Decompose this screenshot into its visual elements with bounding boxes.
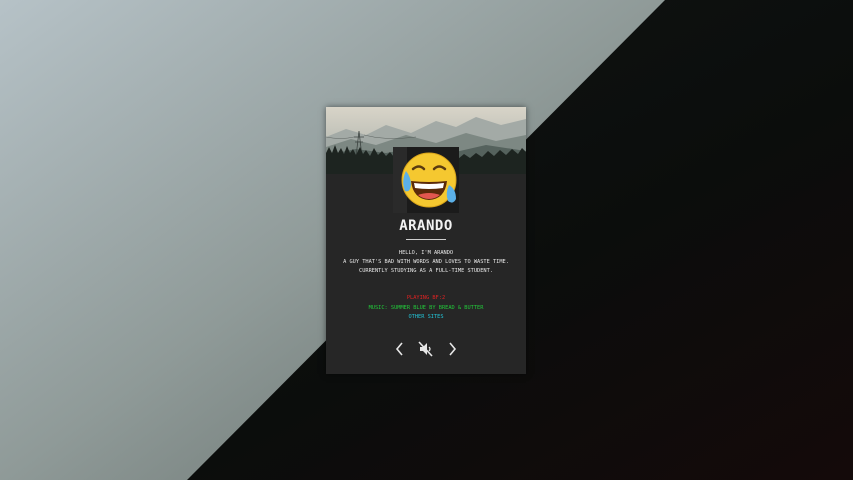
chevron-right-icon[interactable] (444, 340, 460, 358)
chevron-left-icon[interactable] (392, 340, 408, 358)
speaker-muted-icon[interactable] (418, 340, 434, 358)
name-divider (406, 239, 446, 240)
other-sites-link[interactable]: OTHER SITES (326, 313, 526, 323)
music-link[interactable]: MUSIC: SUMMER BLUE BY BREAD & BUTTER (326, 304, 526, 314)
laughing-emoji-icon (393, 147, 459, 213)
playing-link[interactable]: PLAYING BF:2 (326, 294, 526, 304)
bio: HELLO, I'M ARANDO A GUY THAT'S BAD WITH … (326, 249, 526, 276)
bio-line: HELLO, I'M ARANDO (398, 250, 454, 256)
profile-card: ARANDO HELLO, I'M ARANDO A GUY THAT'S BA… (326, 107, 526, 374)
status-links: PLAYING BF:2 MUSIC: SUMMER BLUE BY BREAD… (326, 294, 526, 323)
media-controls (326, 340, 526, 360)
avatar (393, 147, 459, 213)
bio-line: CURRENTLY STUDYING AS A FULL-TIME STUDEN… (359, 268, 493, 274)
bio-line: A GUY THAT'S BAD WITH WORDS AND LOVES TO… (343, 259, 509, 265)
profile-name: ARANDO (399, 218, 453, 234)
